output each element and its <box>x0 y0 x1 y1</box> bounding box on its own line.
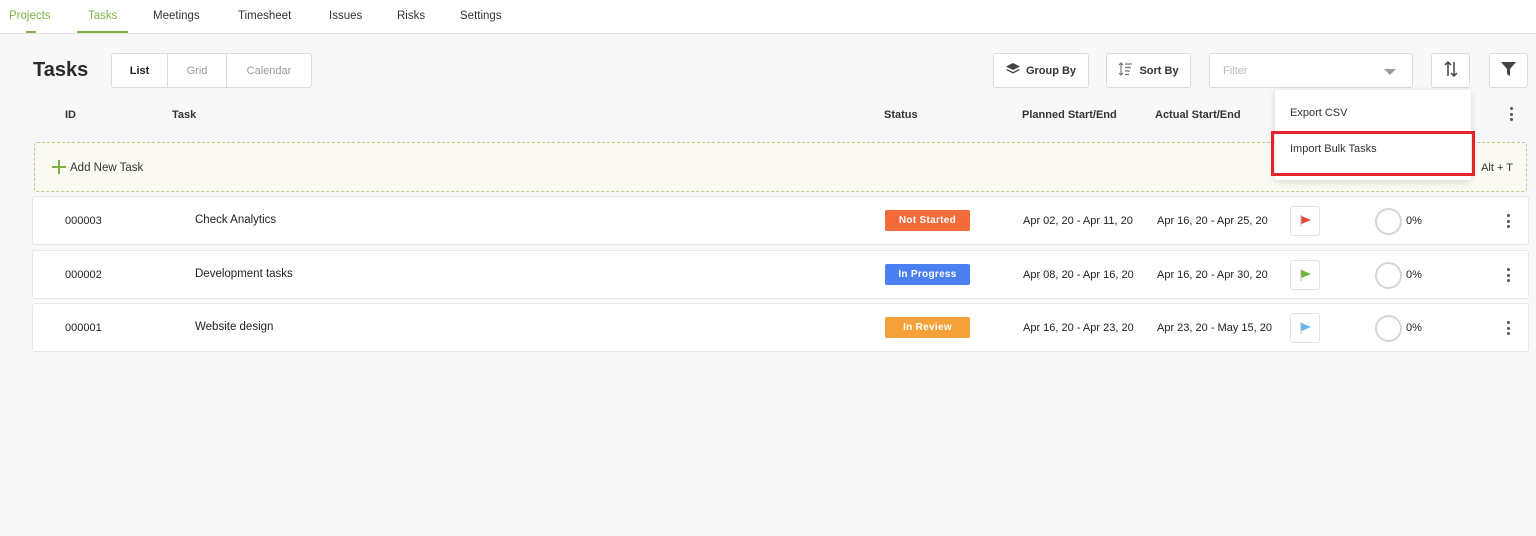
flag-icon <box>1300 215 1311 227</box>
nav-active-underline <box>77 31 128 33</box>
planned-dates: Apr 02, 20 - Apr 11, 20 <box>1023 215 1133 227</box>
task-id: 000002 <box>65 269 102 281</box>
sort-order-button[interactable] <box>1431 53 1470 88</box>
task-id: 000003 <box>65 215 102 227</box>
nav-item-projects[interactable]: Projects <box>9 10 51 22</box>
nav-item-risks[interactable]: Risks <box>397 10 425 22</box>
filter-placeholder: Filter <box>1223 65 1248 77</box>
status-badge[interactable]: In Review <box>885 317 970 338</box>
plus-icon <box>52 160 66 174</box>
highlight-annotation <box>1271 131 1475 176</box>
actual-dates: Apr 23, 20 - May 15, 20 <box>1157 322 1272 334</box>
status-badge[interactable]: Not Started <box>885 210 970 231</box>
sort-arrows-icon <box>1443 60 1459 81</box>
planned-dates: Apr 16, 20 - Apr 23, 20 <box>1023 322 1134 334</box>
funnel-icon <box>1501 61 1516 80</box>
column-options-icon[interactable] <box>1506 107 1516 121</box>
view-switcher: List Grid Calendar <box>111 53 312 88</box>
progress-ring <box>1375 262 1402 289</box>
shortcut-hint: Alt + T <box>1481 162 1513 174</box>
progress-ring <box>1375 315 1402 342</box>
view-grid-button[interactable]: Grid <box>168 54 227 87</box>
add-new-task-label: Add New Task <box>70 162 144 174</box>
nav-item-timesheet[interactable]: Timesheet <box>238 10 291 22</box>
planned-dates: Apr 08, 20 - Apr 16, 20 <box>1023 269 1134 281</box>
task-name[interactable]: Development tasks <box>195 268 293 280</box>
column-header-task[interactable]: Task <box>172 109 196 121</box>
nav-projects-marker <box>26 31 36 33</box>
progress-percent: 0% <box>1406 269 1422 281</box>
row-options-icon[interactable] <box>1503 321 1513 335</box>
actual-dates: Apr 16, 20 - Apr 25, 20 <box>1157 215 1268 227</box>
task-id: 000001 <box>65 322 102 334</box>
column-header-planned[interactable]: Planned Start/End <box>1022 109 1117 121</box>
column-header-actual[interactable]: Actual Start/End <box>1155 109 1241 121</box>
group-by-button[interactable]: Group By <box>993 53 1089 88</box>
task-row[interactable]: 000002 Development tasks In Progress Apr… <box>32 250 1529 299</box>
priority-button[interactable] <box>1290 260 1320 290</box>
filter-dropdown[interactable]: Filter <box>1209 53 1413 88</box>
sort-by-label: Sort By <box>1139 64 1179 77</box>
status-badge[interactable]: In Progress <box>885 264 970 285</box>
nav-item-settings[interactable]: Settings <box>460 10 502 22</box>
row-options-icon[interactable] <box>1503 268 1513 282</box>
view-list-button[interactable]: List <box>112 54 168 87</box>
progress-percent: 0% <box>1406 215 1422 227</box>
task-row[interactable]: 000003 Check Analytics Not Started Apr 0… <box>32 196 1529 245</box>
layers-icon <box>1005 62 1020 79</box>
priority-button[interactable] <box>1290 313 1320 343</box>
column-header-status[interactable]: Status <box>884 109 918 121</box>
nav-item-tasks[interactable]: Tasks <box>88 10 117 22</box>
priority-button[interactable] <box>1290 206 1320 236</box>
group-by-label: Group By <box>1025 64 1077 77</box>
top-navigation: Projects Tasks Meetings Timesheet Issues… <box>0 0 1536 34</box>
task-name[interactable]: Website design <box>195 321 273 333</box>
sort-by-button[interactable]: Sort By <box>1106 53 1191 88</box>
row-options-icon[interactable] <box>1503 214 1513 228</box>
view-calendar-button[interactable]: Calendar <box>227 54 311 87</box>
filter-toggle-button[interactable] <box>1489 53 1528 88</box>
column-header-id[interactable]: ID <box>65 109 76 121</box>
progress-percent: 0% <box>1406 322 1422 334</box>
menu-item-export-csv[interactable]: Export CSV <box>1290 107 1347 119</box>
sort-list-icon <box>1118 62 1133 79</box>
task-row[interactable]: 000001 Website design In Review Apr 16, … <box>32 303 1529 352</box>
nav-item-issues[interactable]: Issues <box>329 10 362 22</box>
actual-dates: Apr 16, 20 - Apr 30, 20 <box>1157 269 1268 281</box>
page-title: Tasks <box>33 59 89 81</box>
progress-ring <box>1375 208 1402 235</box>
flag-icon <box>1300 269 1311 281</box>
nav-item-meetings[interactable]: Meetings <box>153 10 200 22</box>
task-name[interactable]: Check Analytics <box>195 214 276 226</box>
flag-icon <box>1300 322 1311 334</box>
chevron-down-icon <box>1384 69 1396 75</box>
